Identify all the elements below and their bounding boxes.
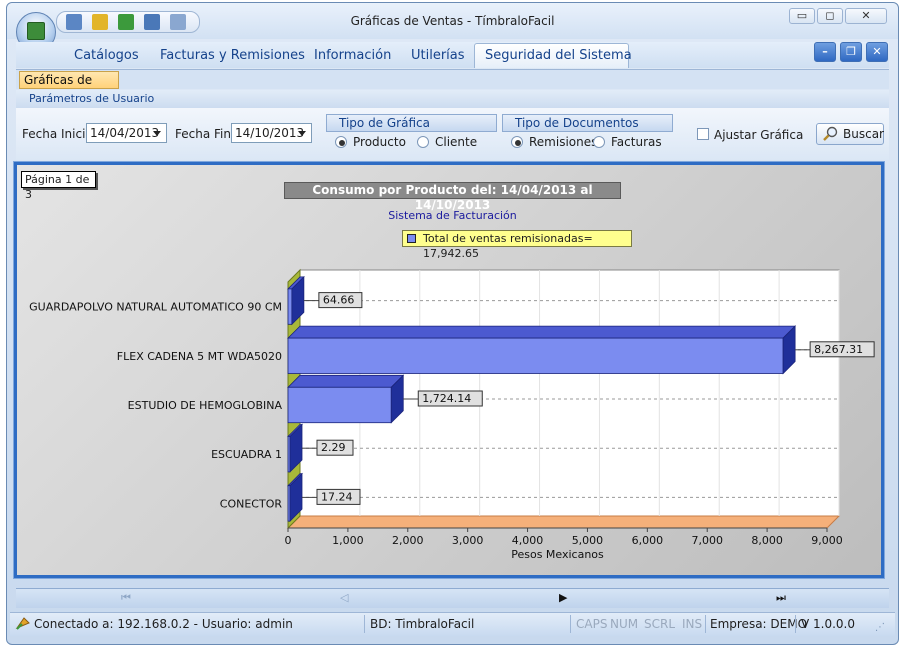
radio-facturas-label[interactable]: Facturas: [611, 135, 662, 149]
x-tick-label: 3,000: [452, 534, 484, 547]
chart-title: Consumo por Producto del: 14/04/2013 al …: [284, 182, 621, 212]
mdi-close-button[interactable]: ✕: [866, 42, 888, 62]
status-separator: [795, 615, 796, 633]
fecha-fin-label: Fecha Fin: [175, 127, 231, 141]
chart-subtitle: Sistema de Facturación: [388, 209, 517, 222]
status-separator: [705, 615, 706, 633]
document-tab-strip: [16, 69, 889, 89]
category-label: CONECTOR: [220, 497, 283, 510]
menu-catalogos[interactable]: Catálogos: [74, 46, 139, 66]
money-icon[interactable]: [118, 14, 134, 30]
radio-remisiones[interactable]: [511, 136, 523, 148]
radio-selected-icon: [515, 140, 521, 146]
menu-facturas-remisiones[interactable]: Facturas y Remisiones: [160, 46, 305, 66]
radio-producto[interactable]: [335, 136, 347, 148]
radio-cliente[interactable]: [417, 136, 429, 148]
status-num: NUM: [610, 617, 639, 631]
category-label: FLEX CADENA 5 MT WDA5020: [117, 350, 282, 363]
status-caps: CAPS: [576, 617, 608, 631]
ajustar-grafica-checkbox[interactable]: [697, 128, 709, 140]
x-tick-label: 2,000: [392, 534, 424, 547]
bar: [287, 386, 392, 424]
fecha-inicio-value: 14/04/2013: [90, 126, 160, 140]
status-version: V 1.0.0.0: [801, 617, 856, 631]
radio-selected-icon: [339, 140, 345, 146]
menu-informacion[interactable]: Información: [314, 46, 391, 66]
key-icon[interactable]: [92, 14, 108, 30]
mdi-restore-button[interactable]: ❐: [840, 42, 862, 62]
plot-floor: [286, 515, 841, 529]
radio-facturas[interactable]: [593, 136, 605, 148]
status-scrl: SCRL: [644, 617, 676, 631]
report-icon[interactable]: [170, 14, 186, 30]
chevron-down-icon[interactable]: [298, 131, 306, 136]
data-label: 1,724.14: [422, 392, 471, 405]
status-separator: [570, 615, 571, 633]
resize-grip-icon[interactable]: ⋰: [875, 622, 885, 633]
page-indicator: Página 1 de 3: [21, 171, 96, 201]
tipo-documentos-header: Tipo de Documentos: [502, 114, 673, 132]
buscar-label: Buscar: [843, 127, 884, 141]
calculator-icon[interactable]: [144, 14, 160, 30]
x-tick-label: 8,000: [751, 534, 783, 547]
search-icon: [823, 126, 838, 141]
fecha-fin-value: 14/10/2013: [235, 126, 305, 140]
data-label: 2.29: [321, 441, 346, 454]
tipo-grafica-header: Tipo de Gráfica: [326, 114, 497, 132]
window-restore-button[interactable]: ◻: [817, 8, 843, 24]
menu-seguridad-sistema[interactable]: Seguridad del Sistema: [485, 46, 632, 66]
mdi-minimize-button[interactable]: –: [814, 42, 836, 62]
last-page-icon[interactable]: ⏭: [776, 591, 786, 605]
x-axis-label: Pesos Mexicanos: [511, 548, 604, 561]
status-empresa: Empresa: DEMO: [710, 617, 808, 631]
x-tick-label: 4,000: [512, 534, 544, 547]
x-tick-label: 1,000: [332, 534, 364, 547]
data-label: 8,267.31: [814, 343, 863, 356]
data-label: 17.24: [321, 490, 353, 503]
record-navigator: [16, 588, 889, 608]
radio-remisiones-label[interactable]: Remisiones: [529, 135, 597, 149]
app-logo-icon: [27, 22, 45, 40]
next-page-icon[interactable]: ▶: [559, 591, 567, 604]
category-label: ESCUADRA 1: [211, 448, 282, 461]
prev-page-icon[interactable]: ◁: [340, 591, 348, 604]
connection-icon: [15, 617, 30, 630]
bar: [287, 288, 293, 325]
legend-swatch: [407, 234, 416, 243]
radio-producto-label[interactable]: Producto: [353, 135, 406, 149]
status-ins: INS: [682, 617, 703, 631]
bar-top: [287, 374, 405, 388]
bar: [287, 337, 784, 374]
bar-top: [287, 325, 797, 339]
chart-legend: Total de ventas remisionadas= 17,942.65: [402, 230, 632, 260]
status-bd: BD: TimbraloFacil: [370, 617, 475, 631]
window-close-button[interactable]: ✕: [845, 8, 887, 24]
radio-cliente-label[interactable]: Cliente: [435, 135, 477, 149]
data-label: 64.66: [323, 294, 355, 307]
menu-utilerias[interactable]: Utilerías: [411, 46, 465, 66]
x-tick-label: 7,000: [691, 534, 723, 547]
params-label: Parámetros de Usuario: [29, 92, 155, 105]
x-tick-label: 0: [285, 534, 292, 547]
category-label: GUARDAPOLVO NATURAL AUTOMATICO 90 CM: [29, 301, 282, 314]
status-separator: [364, 615, 365, 633]
category-label: ESTUDIO DE HEMOGLOBINA: [128, 399, 283, 412]
chevron-down-icon[interactable]: [153, 131, 161, 136]
users-icon[interactable]: [66, 14, 82, 30]
fecha-inicio-label: Fecha Inicio: [22, 127, 93, 141]
first-page-icon[interactable]: ⏮: [121, 591, 131, 605]
ajustar-grafica-label[interactable]: Ajustar Gráfica: [714, 128, 803, 142]
window-minimize-button[interactable]: ▭: [789, 8, 815, 24]
status-conexion: Conectado a: 192.168.0.2 - Usuario: admi…: [34, 617, 293, 631]
x-tick-label: 6,000: [632, 534, 664, 547]
x-tick-label: 5,000: [572, 534, 604, 547]
x-tick-label: 9,000: [811, 534, 843, 547]
tab-graficas-ventas[interactable]: Gráficas de Ventas: [19, 71, 119, 103]
bar-chart: 0 1,000 2,000 3,000 4,000 5,000 6,000 7,000 8,00…: [29, 268, 875, 561]
